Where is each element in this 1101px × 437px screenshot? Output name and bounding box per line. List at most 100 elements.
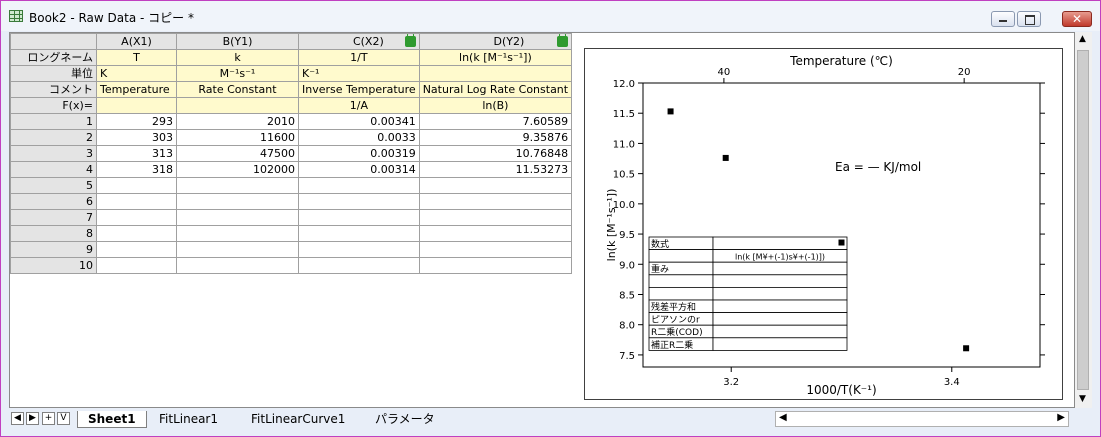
comment-cell[interactable]: Natural Log Rate Constant bbox=[418, 81, 573, 98]
data-cell[interactable] bbox=[96, 257, 177, 274]
maximize-button[interactable] bbox=[1017, 11, 1041, 27]
fit-table-key: 残差平方和 bbox=[651, 301, 696, 313]
data-cell[interactable]: 11600 bbox=[176, 129, 299, 146]
lock-icon[interactable] bbox=[557, 34, 569, 47]
next-sheet-button[interactable]: ▶ bbox=[26, 412, 39, 425]
data-cell[interactable] bbox=[298, 177, 420, 194]
data-cell[interactable] bbox=[298, 225, 420, 242]
row-number[interactable]: 9 bbox=[10, 241, 97, 258]
formula-cell[interactable]: 1/A bbox=[298, 97, 420, 114]
data-cell[interactable] bbox=[96, 193, 177, 210]
row-number[interactable]: 8 bbox=[10, 225, 97, 242]
long-name-cell[interactable]: ln(k [M⁻¹s⁻¹]) bbox=[418, 49, 573, 66]
data-cell[interactable] bbox=[96, 225, 177, 242]
data-cell[interactable] bbox=[418, 209, 573, 226]
row-number[interactable]: 4 bbox=[10, 161, 97, 178]
scroll-down-arrow[interactable]: ▼ bbox=[1079, 394, 1086, 404]
lock-icon[interactable] bbox=[404, 34, 416, 47]
title-bar[interactable]: Book2 - Raw Data - コピー * ✕ bbox=[1, 1, 1100, 31]
column-header-b[interactable]: B(Y1) bbox=[176, 33, 299, 50]
data-cell[interactable] bbox=[176, 177, 299, 194]
tab-fitlinearcurve1[interactable]: FitLinearCurve1 bbox=[241, 411, 355, 427]
long-name-cell[interactable]: 1/T bbox=[298, 49, 420, 66]
data-cell[interactable] bbox=[176, 257, 299, 274]
data-cell[interactable] bbox=[418, 241, 573, 258]
row-number[interactable]: 7 bbox=[10, 209, 97, 226]
data-cell[interactable] bbox=[176, 193, 299, 210]
tab-parameters[interactable]: パラメータ bbox=[365, 411, 445, 427]
data-cell[interactable]: 11.53273 bbox=[418, 161, 573, 178]
row-number[interactable]: 2 bbox=[10, 129, 97, 146]
arrhenius-plot[interactable]: 7.58.08.59.09.510.010.511.011.512.03.2 3.… bbox=[585, 49, 1062, 399]
fit-table-value-cell bbox=[712, 299, 848, 314]
data-cell[interactable] bbox=[298, 209, 420, 226]
data-cell[interactable] bbox=[96, 209, 177, 226]
data-cell[interactable]: 102000 bbox=[176, 161, 299, 178]
data-cell[interactable] bbox=[176, 241, 299, 258]
sheet-list-button[interactable]: V bbox=[57, 412, 70, 425]
long-name-cell[interactable]: T bbox=[96, 49, 177, 66]
data-cell[interactable]: 303 bbox=[96, 129, 177, 146]
formula-cell[interactable] bbox=[96, 97, 177, 114]
units-cell[interactable]: K bbox=[96, 65, 177, 82]
data-cell[interactable] bbox=[96, 177, 177, 194]
data-cell[interactable] bbox=[96, 241, 177, 258]
embedded-graph[interactable]: 7.5 8.0 8.5 9.0 9.5 10.0 10.5 11.0 11.5 12.0 3.2 3.… bbox=[584, 48, 1063, 400]
data-cell[interactable]: 293 bbox=[96, 113, 177, 130]
units-cell[interactable]: M⁻¹s⁻¹ bbox=[176, 65, 299, 82]
data-cell[interactable] bbox=[298, 241, 420, 258]
data-cell[interactable] bbox=[298, 193, 420, 210]
column-header-d[interactable]: D(Y2) bbox=[418, 33, 573, 50]
formula-cell[interactable]: ln(B) bbox=[418, 97, 573, 114]
data-cell[interactable] bbox=[418, 177, 573, 194]
horizontal-scrollbar[interactable]: ◀ ▶ bbox=[775, 411, 1069, 427]
scroll-up-arrow[interactable]: ▲ bbox=[1079, 34, 1086, 44]
comment-cell[interactable]: Rate Constant bbox=[176, 81, 299, 98]
fit-table-value-cell bbox=[712, 312, 848, 326]
row-number[interactable]: 10 bbox=[10, 257, 97, 274]
row-number[interactable]: 1 bbox=[10, 113, 97, 130]
data-cell[interactable] bbox=[418, 257, 573, 274]
top-axis-label: Temperature (℃) bbox=[789, 54, 893, 68]
units-cell[interactable] bbox=[418, 65, 573, 82]
column-header-c[interactable]: C(X2) bbox=[298, 33, 420, 50]
close-button[interactable]: ✕ bbox=[1062, 11, 1092, 27]
column-header-a[interactable]: A(X1) bbox=[96, 33, 177, 50]
data-cell[interactable]: 10.76848 bbox=[418, 145, 573, 162]
minimize-button[interactable] bbox=[991, 11, 1015, 27]
long-name-cell[interactable]: k bbox=[176, 49, 299, 66]
data-cell[interactable]: 0.00319 bbox=[298, 145, 420, 162]
comment-cell[interactable]: Temperature bbox=[96, 81, 177, 98]
add-sheet-button[interactable]: + bbox=[42, 412, 55, 425]
data-cell[interactable] bbox=[176, 225, 299, 242]
scroll-left-arrow[interactable]: ◀ bbox=[779, 412, 787, 423]
row-number[interactable]: 5 bbox=[10, 177, 97, 194]
vertical-scrollbar[interactable]: ▲ ▼ bbox=[1075, 32, 1092, 408]
data-cell[interactable]: 9.35876 bbox=[418, 129, 573, 146]
column-header-c-label: C(X2) bbox=[352, 35, 384, 48]
data-cell[interactable]: 47500 bbox=[176, 145, 299, 162]
data-cell[interactable]: 7.60589 bbox=[418, 113, 573, 130]
tab-sheet1[interactable]: Sheet1 bbox=[77, 411, 147, 428]
data-cell[interactable] bbox=[176, 209, 299, 226]
data-cell[interactable]: 0.00341 bbox=[298, 113, 420, 130]
data-cell[interactable]: 313 bbox=[96, 145, 177, 162]
corner-cell[interactable] bbox=[10, 33, 97, 50]
row-number[interactable]: 3 bbox=[10, 145, 97, 162]
comment-cell[interactable]: Inverse Temperature bbox=[298, 81, 420, 98]
data-cell[interactable] bbox=[418, 225, 573, 242]
row-number[interactable]: 6 bbox=[10, 193, 97, 210]
data-cell[interactable]: 318 bbox=[96, 161, 177, 178]
formula-cell[interactable] bbox=[176, 97, 299, 114]
scrollbar-thumb[interactable] bbox=[1077, 50, 1089, 390]
tab-fitlinear1[interactable]: FitLinear1 bbox=[149, 411, 228, 427]
scroll-right-arrow[interactable]: ▶ bbox=[1057, 412, 1065, 423]
first-sheet-button[interactable]: ◀ bbox=[11, 412, 24, 425]
units-cell[interactable]: K⁻¹ bbox=[298, 65, 420, 82]
data-cell[interactable]: 0.0033 bbox=[298, 129, 420, 146]
data-cell[interactable] bbox=[298, 257, 420, 274]
worksheet[interactable]: A(X1) B(Y1) C(X2) D(Y2) ロングネーム T k 1/T l… bbox=[9, 32, 1075, 408]
data-cell[interactable]: 2010 bbox=[176, 113, 299, 130]
data-cell[interactable]: 0.00314 bbox=[298, 161, 420, 178]
data-cell[interactable] bbox=[418, 193, 573, 210]
